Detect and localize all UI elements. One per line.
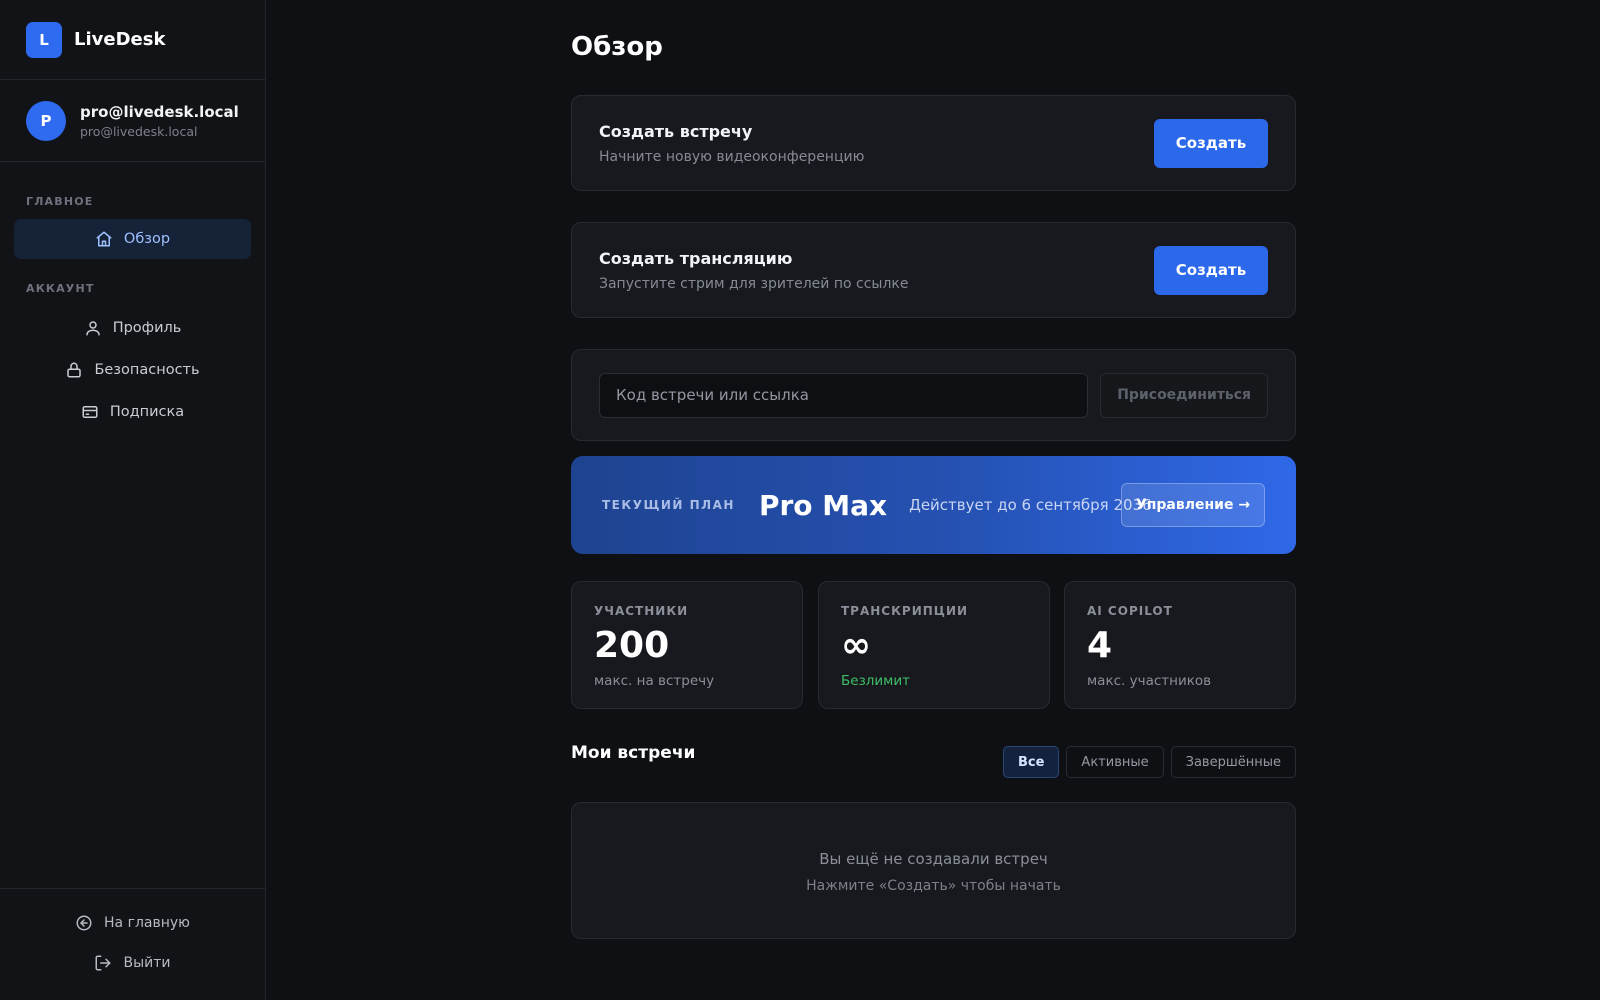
brand-logo: L — [26, 21, 62, 58]
current-plan-card: ТЕКУЩИЙ ПЛАН Pro Max Действует до 6 сент… — [571, 456, 1296, 554]
stat-card-ai-copilot: AI COPILOT 4 макс. участников — [1064, 581, 1296, 709]
page-title: Обзор — [571, 32, 663, 62]
create-stream-text: Создать трансляцию Запустите стрим для з… — [599, 249, 908, 292]
plan-label: ТЕКУЩИЙ ПЛАН — [602, 498, 735, 512]
meetings-title: Мои встречи — [571, 743, 696, 763]
create-meeting-title: Создать встречу — [599, 121, 753, 141]
stat-label: AI COPILOT — [1087, 604, 1173, 618]
brand[interactable]: L LiveDesk — [0, 0, 265, 80]
stat-note: Безлимит — [841, 673, 910, 689]
manage-plan-button[interactable]: Управление → — [1121, 483, 1265, 527]
section-label-main: ГЛАВНОЕ — [26, 195, 94, 208]
sidebar-item-overview[interactable]: Обзор — [14, 219, 251, 259]
sidebar-item-label: На главную — [104, 915, 190, 931]
create-meeting-card: Создать встречу Начните новую видеоконфе… — [571, 95, 1296, 191]
user-icon — [84, 319, 102, 337]
filter-all[interactable]: Все — [1002, 746, 1060, 778]
stat-value: 200 — [594, 625, 670, 666]
stat-value: ∞ — [841, 625, 871, 666]
join-button[interactable]: Присоединиться — [1100, 372, 1268, 418]
join-card: Присоединиться — [571, 349, 1296, 441]
logout-icon — [94, 954, 112, 972]
stat-value: 4 — [1087, 625, 1113, 666]
sidebar: L LiveDesk P pro@livedesk.local pro@live… — [0, 0, 266, 1000]
create-stream-button[interactable]: Создать — [1154, 245, 1268, 295]
sidebar-item-label: Обзор — [123, 231, 171, 247]
sidebar-item-security[interactable]: Безопасность — [14, 350, 251, 390]
credit-card-icon — [81, 403, 99, 421]
stat-card-participants: УЧАСТНИКИ 200 макс. на встречу — [571, 581, 803, 709]
sidebar-item-label: Подписка — [109, 404, 185, 420]
arrow-left-circle-icon — [75, 914, 93, 932]
sidebar-item-logout[interactable]: Выйти — [14, 943, 251, 983]
sidebar-item-subscription[interactable]: Подписка — [14, 392, 251, 432]
plan-name: Pro Max — [758, 488, 888, 522]
user-info: pro@livedesk.local pro@livedesk.local — [80, 103, 239, 139]
filter-active[interactable]: Активные — [1066, 746, 1164, 778]
sidebar-item-label: Безопасность — [94, 362, 200, 378]
sidebar-item-label: Профиль — [112, 320, 182, 336]
user-email: pro@livedesk.local — [80, 123, 198, 139]
create-stream-card: Создать трансляцию Запустите стрим для з… — [571, 222, 1296, 318]
create-meeting-text: Создать встречу Начните новую видеоконфе… — [599, 122, 864, 165]
sidebar-footer: На главную Выйти — [0, 888, 265, 1000]
brand-name: LiveDesk — [74, 29, 166, 50]
stat-note: макс. участников — [1087, 673, 1212, 689]
sidebar-item-label: Выйти — [123, 955, 171, 971]
sidebar-item-home[interactable]: На главную — [14, 903, 251, 943]
empty-message: Вы ещё не создавали встреч — [819, 850, 1048, 868]
avatar: P — [26, 100, 66, 141]
create-meeting-subtitle: Начните новую видеоконференцию — [599, 148, 865, 165]
meeting-code-input[interactable] — [599, 372, 1089, 418]
stat-label: УЧАСТНИКИ — [594, 604, 689, 618]
create-stream-subtitle: Запустите стрим для зрителей по ссылке — [599, 275, 909, 292]
meetings-empty-state: Вы ещё не создавали встреч Нажмите «Созд… — [571, 802, 1296, 939]
lock-icon — [65, 361, 83, 379]
stat-label: ТРАНСКРИПЦИИ — [841, 604, 969, 618]
user-card[interactable]: P pro@livedesk.local pro@livedesk.local — [0, 80, 265, 162]
create-stream-title: Создать трансляцию — [599, 248, 793, 268]
stat-note: макс. на встречу — [594, 673, 715, 689]
sidebar-item-profile[interactable]: Профиль — [14, 308, 251, 348]
home-icon — [95, 230, 113, 248]
meeting-filters: Все Активные Завершённые — [996, 746, 1296, 778]
section-label-account: АККАУНТ — [26, 282, 95, 295]
empty-hint: Нажмите «Создать» чтобы начать — [806, 878, 1061, 894]
filter-finished[interactable]: Завершённые — [1170, 746, 1296, 778]
create-meeting-button[interactable]: Создать — [1154, 118, 1268, 168]
user-name: pro@livedesk.local — [80, 102, 239, 121]
stat-card-transcriptions: ТРАНСКРИПЦИИ ∞ Безлимит — [818, 581, 1050, 709]
